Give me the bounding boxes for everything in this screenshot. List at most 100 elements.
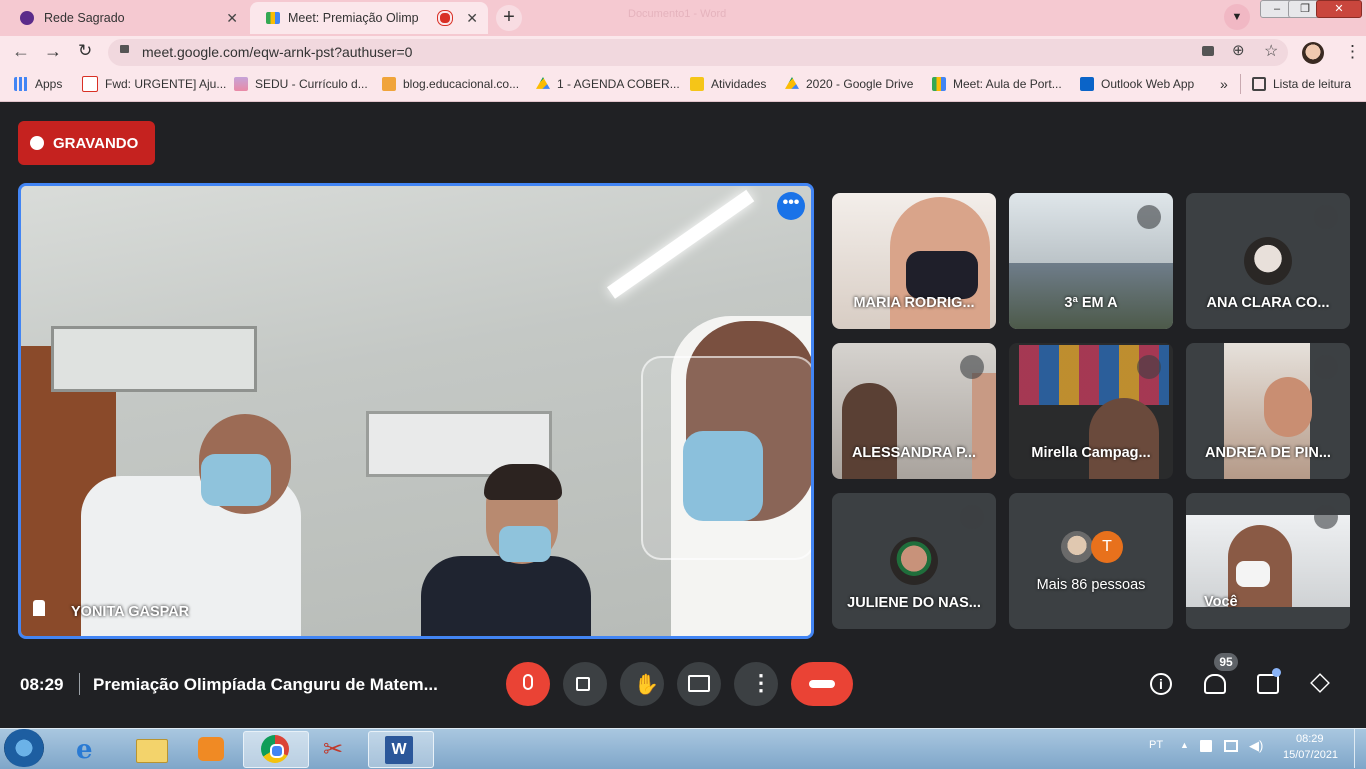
reload-icon[interactable]: ↻ (78, 41, 92, 61)
taskbar-word[interactable]: W (368, 731, 434, 768)
participant-video (842, 383, 897, 479)
participant-tile[interactable]: 3ª EM A (1009, 193, 1173, 329)
clock-time[interactable]: 08:29 (1296, 733, 1324, 745)
mic-off-icon (1137, 355, 1161, 379)
taskbar-chrome[interactable] (243, 731, 309, 768)
mic-off-icon (1314, 355, 1338, 379)
show-desktop-button[interactable] (1354, 729, 1366, 768)
participant-tile[interactable]: Mirella Campag... (1009, 343, 1173, 479)
meet-favicon-icon (266, 12, 280, 24)
lock-icon (120, 45, 129, 53)
face-shield (641, 356, 811, 560)
bookmark-meet[interactable]: Meet: Aula de Port... (932, 76, 1062, 92)
recording-indicator[interactable]: GRAVANDO (18, 121, 155, 165)
word-icon: W (385, 736, 413, 764)
present-button[interactable] (677, 662, 721, 706)
chat-icon[interactable] (1257, 674, 1279, 694)
back-icon[interactable]: ← (12, 41, 30, 62)
taskbar-snipping-tool[interactable]: ✂ (305, 731, 369, 766)
participant-tile[interactable]: ANA CLARA CO... (1186, 193, 1350, 329)
tab-title: Rede Sagrado (44, 11, 125, 25)
media-player-icon (198, 737, 224, 761)
menu-kebab-icon[interactable]: ⋮ (1344, 42, 1361, 62)
bookmarks-overflow-icon[interactable]: » (1220, 76, 1228, 92)
camera-toggle-button[interactable] (563, 662, 607, 706)
participant-tile[interactable]: MARIA RODRIG... (832, 193, 996, 329)
tab-rede-sagrado[interactable]: Rede Sagrado ✕ (4, 2, 248, 34)
zoom-icon[interactable]: ⊕ (1232, 41, 1245, 59)
leave-call-button[interactable] (791, 662, 853, 706)
more-options-icon[interactable]: ••• (777, 192, 805, 220)
video-camera-icon (576, 677, 590, 691)
more-vert-icon: ⋮ (750, 670, 772, 695)
participant-name: 3ª EM A (1064, 295, 1118, 311)
browser-tab-strip: Rede Sagrado ✕ Meet: Premiação Olimpíada… (0, 0, 1366, 36)
bookmark-apps[interactable]: Apps (14, 76, 62, 92)
hang-up-icon (809, 680, 835, 688)
close-window-button[interactable]: ✕ (1316, 0, 1362, 18)
profile-avatar[interactable] (1302, 42, 1324, 64)
reading-list-icon (1252, 77, 1266, 91)
bookmark-star-icon[interactable]: ☆ (1264, 41, 1278, 61)
forward-icon[interactable]: → (44, 41, 62, 62)
taskbar-media-player[interactable] (180, 731, 244, 766)
address-bar[interactable]: meet.google.com/eqw-arnk-pst?authuser=0 … (108, 39, 1288, 66)
close-tab-icon[interactable]: ✕ (226, 10, 238, 27)
window-title-ghost: Documento1 - Word (628, 8, 727, 20)
close-tab-icon[interactable]: ✕ (466, 10, 478, 27)
camera-icon[interactable] (1202, 46, 1214, 56)
info-icon[interactable]: i (1150, 673, 1172, 695)
pin-icon[interactable] (33, 600, 45, 616)
mic-toggle-button[interactable] (506, 662, 550, 706)
more-options-button[interactable]: ⋮ (734, 662, 778, 706)
participant-tile[interactable]: ANDREA DE PIN... (1186, 343, 1350, 479)
raise-hand-button[interactable]: ✋ (620, 662, 664, 706)
mic-off-icon (1314, 505, 1338, 529)
hand-icon: ✋ (634, 674, 659, 696)
face-mask (1236, 561, 1270, 587)
clock-date[interactable]: 15/07/2021 (1283, 749, 1338, 761)
bookmark-sedu[interactable]: SEDU - Currículo d... (234, 76, 368, 92)
people-icon[interactable] (1204, 674, 1226, 694)
participant-tile[interactable]: JULIENE DO NAS... (832, 493, 996, 629)
start-button[interactable] (4, 729, 44, 767)
bookmark-gmail[interactable]: Fwd: URGENTE] Aju... (82, 76, 226, 92)
recording-dot-icon (438, 11, 452, 25)
new-tab-button[interactable]: + (496, 5, 522, 31)
profile-dropdown-icon[interactable]: ▼ (1224, 4, 1250, 30)
bookmark-agenda[interactable]: 1 - AGENDA COBER... (536, 76, 680, 92)
participant-tile[interactable]: ALESSANDRA P... (832, 343, 996, 479)
bookmark-outlook[interactable]: Outlook Web App (1080, 76, 1194, 92)
reading-list-button[interactable]: Lista de leitura (1252, 76, 1351, 92)
person-center (421, 556, 591, 636)
self-view-tile[interactable]: Você (1186, 493, 1350, 629)
activities-icon[interactable] (1310, 673, 1330, 693)
volume-icon[interactable]: ◀) (1249, 738, 1263, 754)
divider (79, 673, 80, 695)
more-participants-tile[interactable]: T Mais 86 pessoas (1009, 493, 1173, 629)
language-indicator[interactable]: PT (1149, 739, 1163, 751)
chat-notification-dot (1272, 668, 1281, 677)
participant-name: MARIA RODRIG... (853, 295, 975, 311)
avatar: T (1091, 531, 1123, 563)
meeting-time: 08:29 (20, 675, 64, 694)
bookmark-atividades[interactable]: Atividades (690, 76, 766, 92)
mic-off-icon (1137, 205, 1161, 229)
main-speaker-name: YONITA GASPAR (71, 604, 190, 620)
google-drive-icon (785, 77, 799, 89)
chrome-center (270, 744, 284, 758)
gmail-icon (82, 76, 98, 92)
bookmark-drive[interactable]: 2020 - Google Drive (785, 76, 913, 92)
blog-icon (382, 77, 396, 91)
taskbar-internet-explorer[interactable]: e (58, 731, 122, 766)
bookmark-blog[interactable]: blog.educacional.co... (382, 76, 519, 92)
person-center-hair (484, 464, 562, 500)
main-speaker-video[interactable]: ••• YONITA GASPAR (18, 183, 814, 639)
taskbar-explorer[interactable] (120, 731, 184, 766)
network-icon[interactable] (1224, 740, 1238, 752)
scissors-icon: ✂ (323, 736, 344, 763)
action-center-icon[interactable] (1200, 740, 1212, 752)
avatar (890, 537, 938, 585)
show-hidden-icons-icon[interactable]: ▲ (1180, 740, 1189, 750)
tab-meet[interactable]: Meet: Premiação Olimpíada ✕ (250, 2, 488, 34)
